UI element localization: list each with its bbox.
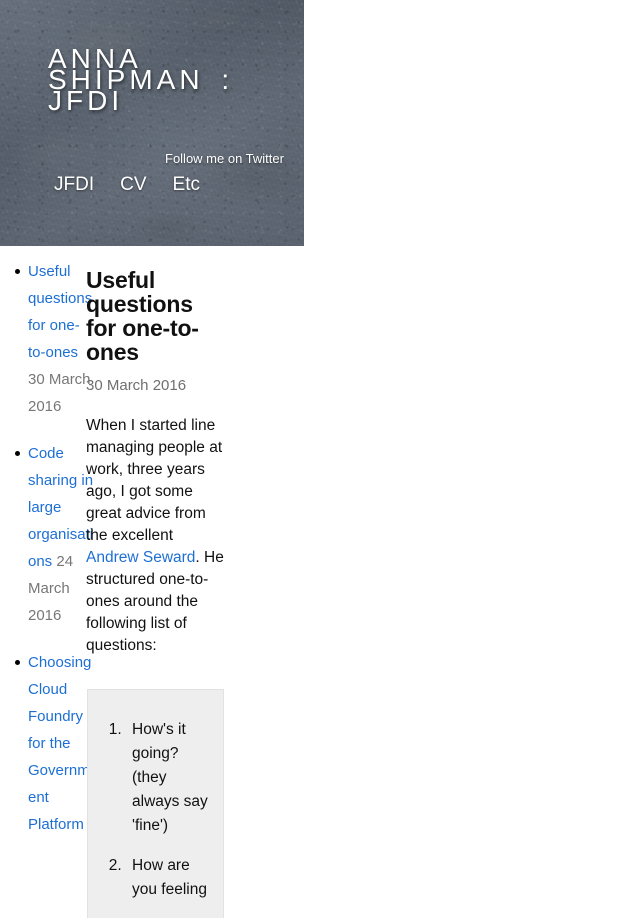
article-container: Useful questions for one-to-ones 30 Marc… (86, 268, 228, 657)
recent-posts-list: Useful questions for one-to-ones 30 Marc… (0, 258, 97, 838)
sidebar-post-link-1[interactable]: Useful questions for one-to-ones (28, 263, 92, 361)
nav-item-cv[interactable]: CV (120, 173, 146, 197)
list-item: Choosing Cloud Foundry for the Governmen… (0, 649, 97, 838)
recent-posts-sidebar: Useful questions for one-to-ones 30 Marc… (0, 258, 97, 858)
questions-callout-box: How's it going? (they always say 'fine')… (87, 689, 224, 918)
article-body-text-before-link: When I started line managing people at w… (86, 417, 223, 544)
article-date: 30 March 2016 (86, 377, 187, 394)
twitter-follow-link[interactable]: Follow me on Twitter (165, 150, 284, 168)
banner-blotch-layer (0, 0, 304, 246)
andrew-seward-link[interactable]: Andrew Seward (86, 549, 195, 566)
site-header-banner: ANNA SHIPMAN : JFDI Follow me on Twitter… (0, 0, 304, 246)
questions-ordered-list: How's it going? (they always say 'fine')… (88, 690, 223, 902)
site-navigation: Follow me on Twitter JFDI CV Etc (0, 150, 304, 208)
nav-items-list: JFDI CV Etc (54, 173, 200, 197)
nav-item-etc[interactable]: Etc (173, 173, 200, 197)
list-item: Code sharing in large organisations 24 M… (0, 440, 97, 629)
list-item: How's it going? (they always say 'fine') (126, 718, 211, 838)
list-item: How are you feeling (126, 854, 211, 902)
article-intro-paragraph: When I started line managing people at w… (86, 415, 228, 657)
sidebar-post-link-3[interactable]: Choosing Cloud Foundry for the Governmen… (28, 654, 91, 833)
page-title: Useful questions for one-to-ones (86, 267, 199, 365)
sidebar-post-link-2[interactable]: Code sharing in large organisations (28, 445, 93, 570)
sidebar-post-date-1: 30 March 2016 (28, 371, 91, 415)
site-title: ANNA SHIPMAN : JFDI (48, 43, 234, 116)
list-item: Useful questions for one-to-ones 30 Marc… (0, 258, 97, 420)
nav-item-jfdi[interactable]: JFDI (54, 173, 94, 197)
